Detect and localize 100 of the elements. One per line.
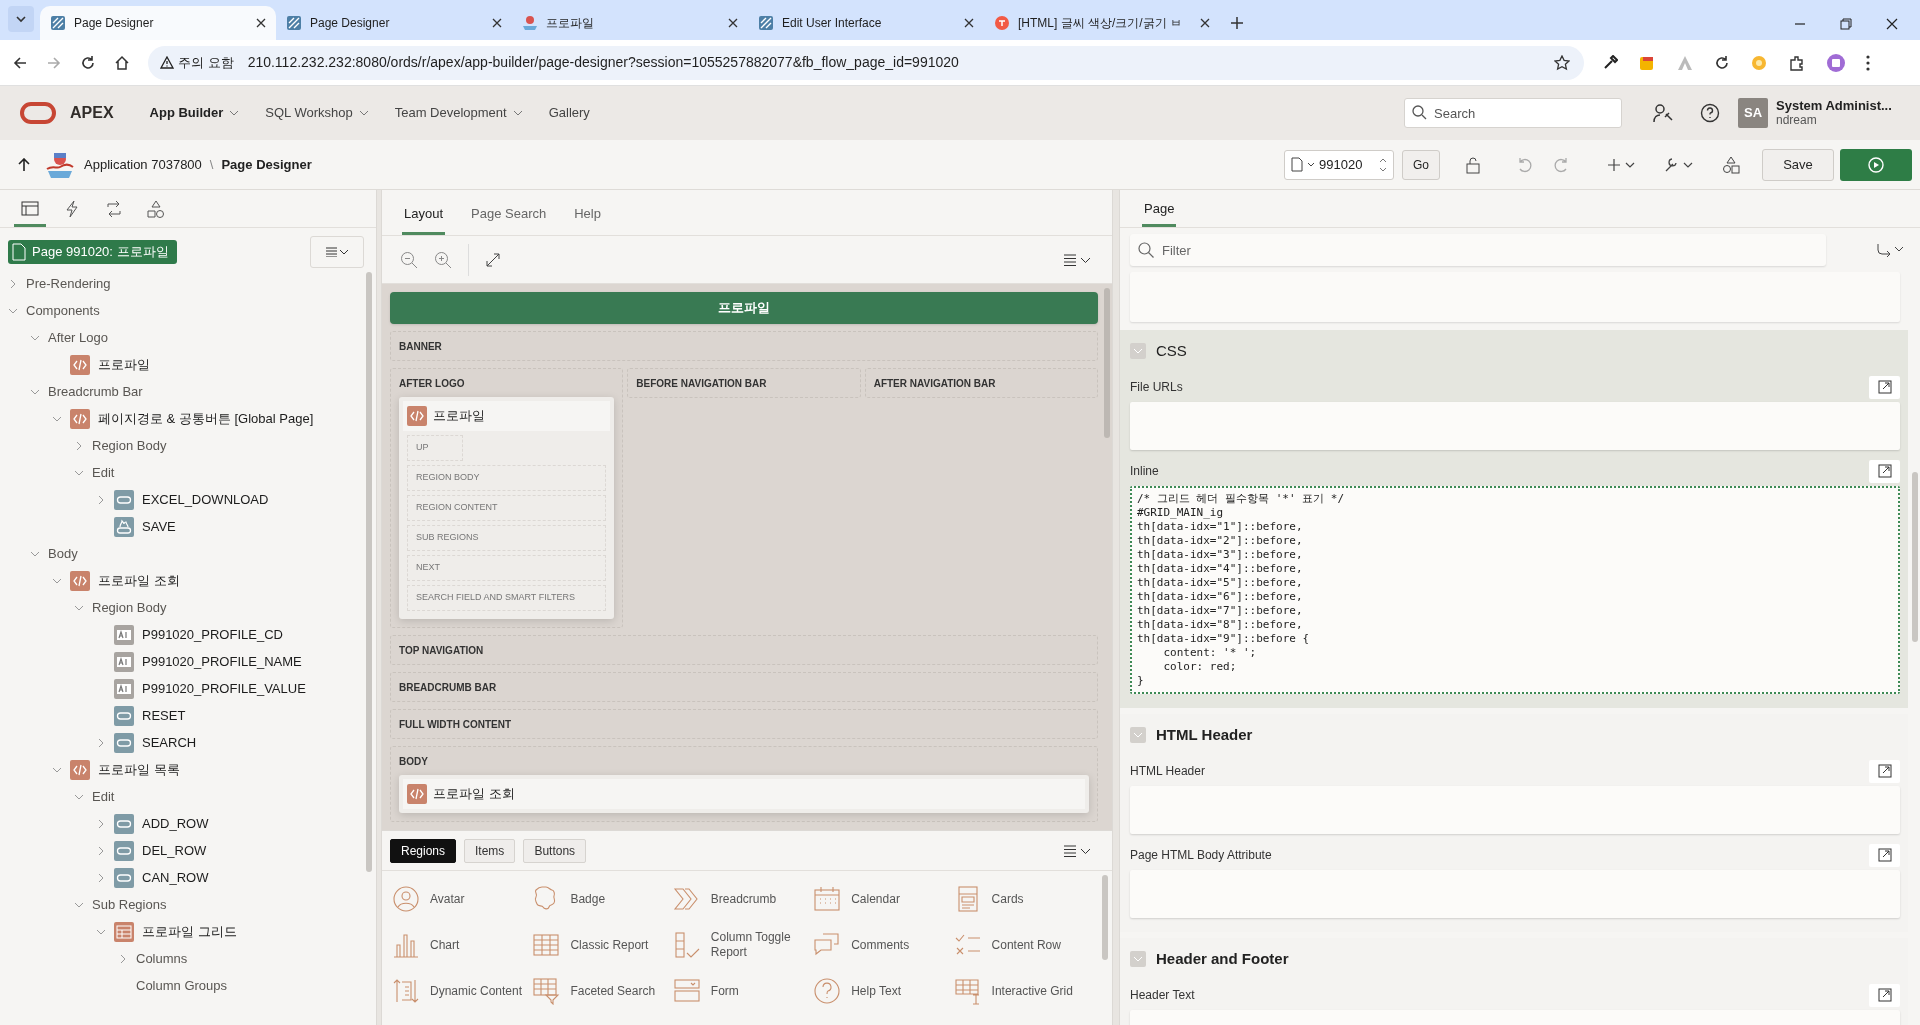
tree-node[interactable]: Edit (92, 786, 115, 807)
gallery-item[interactable]: Column Toggle Report (710, 930, 811, 960)
page-badge[interactable]: Page 991020: 프로파일 (8, 240, 177, 264)
browser-tab[interactable]: Page Designer (276, 6, 512, 40)
browser-tab[interactable]: Edit User Interface (748, 6, 984, 40)
layout-position[interactable]: BEFORE NAVIGATION BAR (627, 368, 861, 398)
nav-menu[interactable]: Team Development (388, 95, 529, 131)
text-area[interactable] (1130, 486, 1900, 694)
layout-position[interactable]: AFTER NAVIGATION BAR (864, 368, 1098, 398)
page-selector[interactable]: 991020 (1284, 149, 1394, 180)
tree-node[interactable]: CAN_ROW (142, 867, 209, 888)
nav-menu[interactable]: SQL Workshop (259, 95, 375, 131)
tree-node[interactable]: Body (48, 543, 78, 564)
region-card[interactable]: 프로파일 조회 (399, 775, 1089, 813)
tree-node[interactable]: P991020_PROFILE_NAME (142, 651, 302, 672)
forward-icon[interactable] (46, 54, 62, 71)
breadcrumb-link[interactable]: Application 7037800 (84, 154, 202, 175)
undo-icon[interactable] (1516, 155, 1534, 174)
gallery-item[interactable]: Classic Report (570, 937, 671, 953)
table-filter-icon[interactable] (532, 977, 561, 1005)
tree-node[interactable]: 프로파일 (98, 354, 150, 375)
scrollbar[interactable] (1104, 288, 1110, 438)
tree-node[interactable]: 프로파일 그리드 (142, 921, 237, 942)
panel-tab[interactable]: Help (572, 195, 603, 235)
tree-node[interactable]: Columns (136, 948, 188, 969)
layout-position[interactable]: BREADCRUMB BAR (390, 672, 1098, 702)
layout-position[interactable]: BANNER (390, 331, 1098, 361)
tree-node[interactable]: Region Body (92, 597, 167, 618)
product-name[interactable]: APEX (70, 101, 114, 125)
gallery-item[interactable]: Badge (570, 891, 671, 907)
gallery-item[interactable]: Form (710, 983, 811, 999)
zoom-out-icon[interactable] (400, 250, 418, 269)
table-icon[interactable] (532, 931, 561, 959)
oracle-logo-icon[interactable] (20, 102, 56, 124)
expand-chevron-icon[interactable] (8, 278, 18, 289)
tree-node[interactable]: DEL_ROW (142, 840, 207, 861)
avatar-icon[interactable] (392, 885, 420, 913)
nav-menu[interactable]: Gallery (542, 95, 596, 131)
gallery-item[interactable]: Calendar (851, 891, 952, 907)
gallery-item[interactable]: Dynamic Content (430, 983, 530, 999)
profile-icon[interactable] (1826, 52, 1846, 73)
browser-tab[interactable]: 프로파일 (512, 6, 748, 40)
open-editor-button[interactable] (1869, 843, 1900, 867)
zoom-in-icon[interactable] (434, 250, 452, 269)
bar-chart-icon[interactable] (392, 931, 420, 959)
open-editor-button[interactable] (1869, 459, 1900, 483)
redo-icon[interactable] (1552, 155, 1570, 174)
home-icon[interactable] (114, 54, 130, 71)
run-button[interactable] (1840, 148, 1912, 181)
gallery-item[interactable]: Avatar (430, 891, 530, 907)
tree-node[interactable]: Region Body (92, 435, 167, 456)
expand-chevron-icon[interactable] (96, 818, 106, 829)
tree-node[interactable]: SAVE (142, 516, 176, 537)
add-menu-icon[interactable] (1608, 157, 1636, 172)
panel-tab[interactable]: Layout (402, 195, 446, 235)
column-check-icon[interactable] (672, 931, 701, 959)
go-button[interactable]: Go (1402, 149, 1440, 180)
wrench-menu-icon[interactable] (1664, 156, 1694, 173)
region-slot[interactable]: UP (407, 435, 463, 461)
security-warning-label[interactable]: 주의 요함 (178, 52, 234, 73)
calendar-icon[interactable] (813, 885, 842, 913)
list-arrows-icon[interactable] (392, 977, 420, 1005)
region-slot[interactable]: SUB REGIONS (407, 525, 607, 551)
layout-position[interactable]: AFTER LOGO 프로파일 UP REGION BODY REGION CONTENT SUB REGIONS NEXT SEARCH FIELD AND SMART FILTERS (390, 368, 624, 628)
tools-icon[interactable] (1652, 102, 1674, 124)
panel-tab[interactable]: Page (1142, 193, 1177, 227)
tree-node[interactable]: Components (26, 300, 100, 321)
region-slot[interactable]: NEXT (407, 555, 607, 581)
close-icon[interactable] (1886, 18, 1898, 30)
puzzle-icon[interactable] (1788, 53, 1806, 72)
filter-field[interactable]: Filter (1130, 234, 1826, 266)
gallery-item[interactable]: Chart (430, 937, 530, 953)
tree-node[interactable]: 프로파일 조회 (98, 570, 180, 591)
nav-menu[interactable]: App Builder (143, 95, 246, 131)
more-icon[interactable] (1866, 54, 1870, 71)
tree-node[interactable]: 페이지경로 & 공통버튼 [Global Page] (98, 408, 314, 429)
back-icon[interactable] (12, 54, 28, 71)
scrollbar[interactable] (1912, 472, 1918, 642)
tree-node[interactable]: Breadcrumb Bar (48, 381, 143, 402)
tree-node[interactable]: After Logo (48, 327, 108, 348)
user-name[interactable]: System Administ... (1776, 98, 1900, 113)
address-bar[interactable]: 주의 요함 210.112.232.232:8080/ords/r/apex/app-builder/page-designer?session=1055257882077&fb_flow_page_id=991020 (148, 45, 1584, 80)
scrollbar[interactable] (366, 272, 372, 872)
group-toggle[interactable] (1130, 951, 1146, 967)
expand-chevron-icon[interactable] (96, 845, 106, 856)
new-tab-icon[interactable] (1230, 16, 1244, 30)
lock-icon[interactable] (1464, 155, 1482, 174)
expand-icon[interactable] (485, 251, 501, 268)
scrollbar[interactable] (1102, 875, 1108, 960)
expand-chevron-icon[interactable] (74, 440, 84, 451)
region-card[interactable]: 프로파일 UP REGION BODY REGION CONTENT SUB REGIONS NEXT SEARCH FIELD AND SMART FILTERS (399, 397, 615, 619)
open-editor-button[interactable] (1869, 375, 1900, 399)
layout-position[interactable]: TOP NAVIGATION (390, 635, 1098, 665)
tree-node[interactable]: Edit (92, 462, 115, 483)
layout-position[interactable]: FULL WIDTH CONTENT (390, 709, 1098, 739)
up-arrow-icon[interactable] (18, 157, 30, 172)
region-slot[interactable]: SEARCH FIELD AND SMART FILTERS (407, 585, 607, 611)
panel-tab[interactable]: Page Search (469, 195, 549, 235)
gallery-item[interactable]: Faceted Search (570, 983, 671, 999)
go-to-group-icon[interactable] (1876, 243, 1904, 257)
